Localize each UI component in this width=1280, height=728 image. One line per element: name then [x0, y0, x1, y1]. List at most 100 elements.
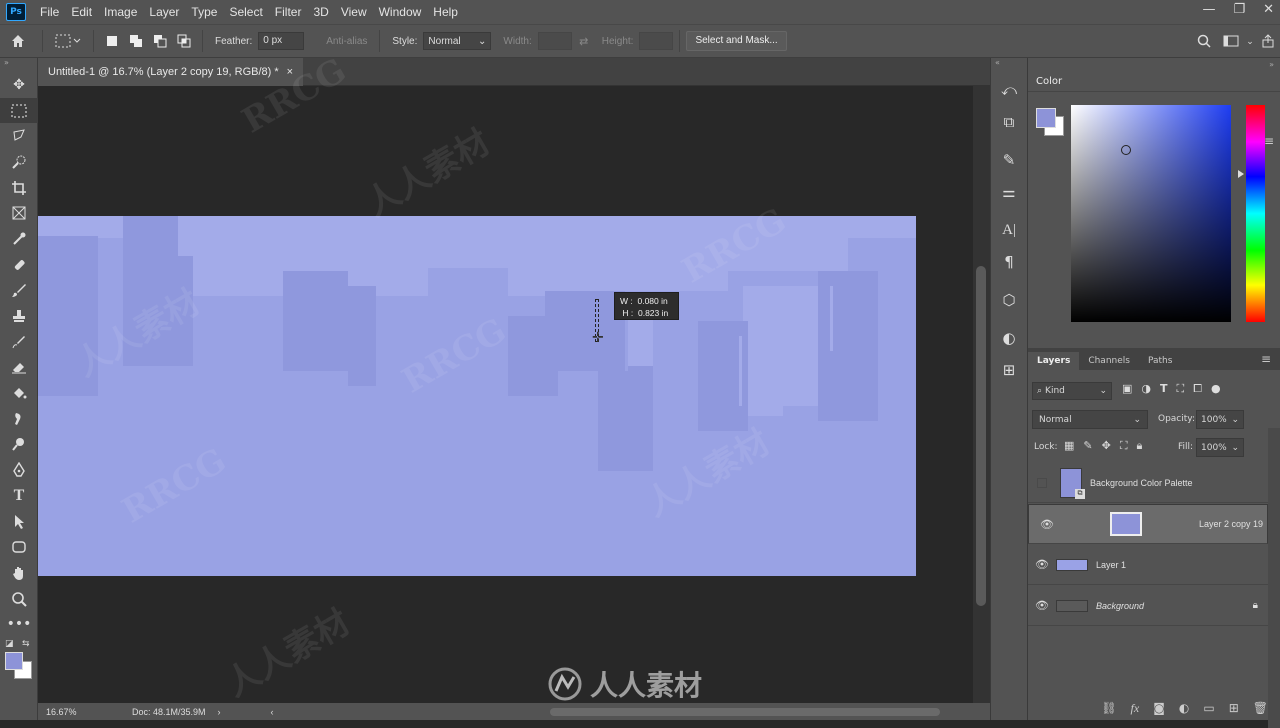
color-panel-menu-icon[interactable]: ≡	[1264, 134, 1274, 148]
layer-effects-icon[interactable]: fx	[1131, 701, 1140, 716]
home-icon[interactable]	[0, 26, 36, 56]
zoom-level[interactable]: 16.67%	[46, 707, 116, 717]
tab-layers[interactable]: Layers	[1028, 352, 1080, 370]
lock-position-icon[interactable]: ✥	[1102, 439, 1111, 453]
fill-input[interactable]: 100% ⌄	[1196, 438, 1244, 457]
add-selection-icon[interactable]	[124, 26, 148, 56]
scroll-left-icon[interactable]: ‹	[271, 707, 274, 717]
layer-row[interactable]: 👁︎ Background 🔒︎	[1028, 586, 1268, 626]
layer-name[interactable]: Layer 2 copy 19	[1199, 519, 1263, 529]
character-panel-icon[interactable]: A|	[991, 214, 1027, 246]
smart-object-filter-icon[interactable]: ⧠	[1193, 382, 1202, 396]
opacity-input[interactable]: 100% ⌄	[1196, 410, 1244, 429]
new-group-icon[interactable]: ▭	[1203, 701, 1214, 715]
crop-tool-icon[interactable]	[0, 175, 38, 201]
collapse-toolbar-icon[interactable]: »	[0, 58, 37, 72]
healing-brush-tool-icon[interactable]	[0, 252, 38, 278]
canvas-area[interactable]: ✛ W : 0.080 in H : 0.823 in RRCG 人人素材 RR…	[38, 51, 973, 705]
document-canvas[interactable]	[38, 216, 916, 576]
status-menu-icon[interactable]: ›	[218, 707, 221, 717]
history-panel-icon[interactable]: ⤺	[991, 74, 1027, 106]
libraries-panel-icon[interactable]: ⧉	[991, 106, 1027, 138]
filter-toggle-icon[interactable]: ●	[1211, 382, 1221, 396]
vertical-scroll-thumb[interactable]	[976, 266, 986, 606]
adjustment-filter-icon[interactable]: ◑	[1141, 382, 1151, 396]
height-input[interactable]	[639, 32, 674, 50]
menu-type[interactable]: Type	[185, 5, 223, 19]
color-picker-ring[interactable]	[1121, 145, 1131, 155]
move-tool-icon[interactable]: ✥	[0, 72, 38, 98]
minimize-icon[interactable]: —	[1202, 2, 1215, 17]
layer-row[interactable]: 👁︎ Layer 1	[1028, 545, 1268, 585]
antialias-checkbox[interactable]: Anti-alias	[326, 36, 367, 47]
horizontal-scroll-thumb[interactable]	[550, 708, 940, 716]
brush-tool-icon[interactable]	[0, 278, 38, 304]
eraser-tool-icon[interactable]	[0, 355, 38, 381]
menu-edit[interactable]: Edit	[65, 5, 98, 19]
menu-view[interactable]: View	[335, 5, 373, 19]
layers-scrollbar[interactable]	[1268, 428, 1280, 728]
menu-filter[interactable]: Filter	[269, 5, 308, 19]
workspace-icon[interactable]	[1218, 26, 1244, 56]
type-filter-icon[interactable]: T	[1160, 382, 1168, 396]
hue-slider-handle[interactable]	[1238, 170, 1244, 178]
layers-panel-menu-icon[interactable]: ≡	[1252, 348, 1280, 370]
width-input[interactable]	[537, 32, 572, 50]
lock-transparent-icon[interactable]: ▦	[1064, 439, 1074, 453]
layer-name[interactable]: Background	[1096, 601, 1253, 611]
feather-input[interactable]: 0 px	[258, 32, 305, 50]
subtract-selection-icon[interactable]	[148, 26, 172, 56]
intersect-selection-icon[interactable]	[172, 26, 196, 56]
dock-collapse-icon[interactable]: «	[991, 58, 1027, 74]
doc-size[interactable]: Doc: 48.1M/35.9M	[132, 707, 206, 717]
layer-row[interactable]: 👁︎ Layer 2 copy 19	[1028, 504, 1268, 544]
restore-icon[interactable]: ❐	[1233, 2, 1245, 17]
rectangular-marquee-tool-icon[interactable]	[0, 97, 38, 124]
grid-panel-icon[interactable]: ⊞	[991, 354, 1027, 386]
layer-name[interactable]: Layer 1	[1096, 560, 1126, 570]
select-and-mask-button[interactable]: Select and Mask...	[686, 31, 787, 51]
hue-slider[interactable]	[1246, 105, 1265, 322]
link-layers-icon[interactable]: ⛓	[1101, 701, 1116, 715]
visibility-toggle-empty[interactable]	[1028, 477, 1056, 488]
panel-foreground-swatch[interactable]	[1036, 108, 1056, 128]
lock-image-icon[interactable]: ✎	[1083, 439, 1092, 453]
properties-panel-icon[interactable]: ◐	[991, 322, 1027, 354]
lasso-tool-icon[interactable]	[0, 123, 38, 149]
paint-bucket-tool-icon[interactable]	[0, 380, 38, 406]
frame-tool-icon[interactable]	[0, 200, 38, 226]
clone-stamp-tool-icon[interactable]	[0, 303, 38, 329]
hand-tool-icon[interactable]	[0, 560, 38, 586]
menu-file[interactable]: File	[34, 5, 65, 19]
color-field[interactable]	[1071, 105, 1231, 322]
3d-panel-icon[interactable]: ⬡	[991, 284, 1027, 316]
tab-channels[interactable]: Channels	[1079, 352, 1139, 370]
menu-layer[interactable]: Layer	[143, 5, 185, 19]
marquee-preset-icon[interactable]	[49, 26, 87, 56]
delete-layer-icon[interactable]: 🗑︎	[1253, 701, 1268, 715]
add-mask-icon[interactable]: ◙	[1153, 701, 1165, 715]
panel-collapse-icon[interactable]: »	[1269, 60, 1274, 69]
eye-icon[interactable]: 👁︎	[1028, 599, 1056, 612]
eyedropper-tool-icon[interactable]	[0, 226, 38, 252]
style-select[interactable]: Normal ⌄	[423, 32, 492, 50]
lock-artboard-icon[interactable]: ⛶	[1120, 439, 1128, 453]
menu-window[interactable]: Window	[373, 5, 428, 19]
layer-row[interactable]: ⧉ Background Color Palette	[1028, 463, 1268, 503]
path-selection-tool-icon[interactable]	[0, 509, 38, 535]
smudge-tool-icon[interactable]	[0, 406, 38, 432]
shape-filter-icon[interactable]: ⛶	[1177, 382, 1185, 396]
more-tools-icon[interactable]: •••	[0, 611, 38, 637]
new-selection-icon[interactable]	[100, 26, 124, 56]
blend-mode-select[interactable]: Normal ⌄	[1032, 410, 1148, 429]
tab-paths[interactable]: Paths	[1139, 352, 1181, 370]
close-tab-icon[interactable]: ×	[287, 66, 293, 78]
new-adjustment-layer-icon[interactable]: ◐	[1179, 701, 1189, 715]
menu-select[interactable]: Select	[223, 5, 268, 19]
lock-all-icon[interactable]: 🔒︎	[1137, 439, 1143, 453]
share-icon[interactable]	[1256, 26, 1280, 56]
foreground-color-swatch[interactable]	[5, 652, 23, 671]
workspace-chevron-icon[interactable]: ⌄	[1244, 26, 1256, 56]
dodge-tool-icon[interactable]	[0, 432, 38, 458]
type-tool-icon[interactable]: T	[0, 483, 38, 509]
